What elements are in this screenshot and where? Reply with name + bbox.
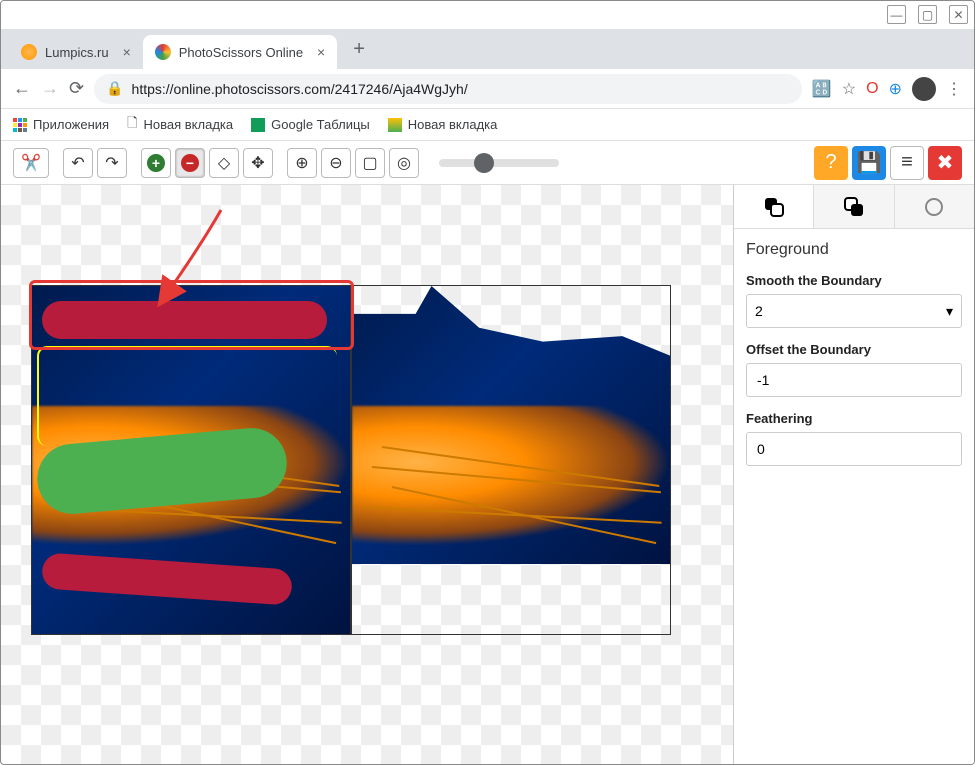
slider-thumb[interactable] bbox=[474, 153, 494, 173]
save-icon: 💾 bbox=[857, 150, 882, 175]
zoom-actual-button[interactable]: ◎ bbox=[389, 148, 419, 178]
bookmark-newtab-1[interactable]: 🗋 Новая вкладка bbox=[127, 114, 233, 136]
background-marker-button[interactable]: − bbox=[175, 148, 205, 178]
zoom-out-icon: ⊖ bbox=[329, 153, 342, 173]
bookmark-apps[interactable]: Приложения bbox=[13, 117, 109, 132]
page-icon: 🗋 bbox=[127, 114, 137, 136]
favicon-icon bbox=[21, 44, 37, 60]
opera-icon[interactable]: O bbox=[866, 80, 878, 98]
help-button[interactable]: ? bbox=[814, 146, 848, 180]
tab-title: PhotoScissors Online bbox=[179, 45, 303, 60]
sheets-icon bbox=[251, 118, 265, 132]
browser-tabstrip: Lumpics.ru × PhotoScissors Online × + bbox=[1, 29, 974, 69]
move-icon: ✥ bbox=[251, 153, 264, 173]
zoom-actual-icon: ◎ bbox=[397, 153, 411, 173]
bookmark-newtab-2[interactable]: Новая вкладка bbox=[388, 117, 498, 132]
app-close-button[interactable]: ✖ bbox=[928, 146, 962, 180]
back-button[interactable]: ← bbox=[13, 78, 31, 99]
zoom-in-button[interactable]: ⊕ bbox=[287, 148, 317, 178]
menu-icon: ≡ bbox=[901, 151, 913, 174]
sidebar-tab-settings[interactable] bbox=[895, 185, 974, 228]
offset-label: Offset the Boundary bbox=[746, 342, 962, 357]
move-button[interactable]: ✥ bbox=[243, 148, 273, 178]
browser-menu-button[interactable]: ⋮ bbox=[946, 79, 962, 99]
globe-icon[interactable]: ⊕ bbox=[889, 79, 902, 99]
plus-icon: + bbox=[147, 154, 165, 172]
offset-input[interactable] bbox=[746, 363, 962, 397]
apps-icon bbox=[13, 118, 27, 132]
reload-button[interactable]: ⟳ bbox=[69, 78, 84, 99]
star-icon[interactable]: ☆ bbox=[842, 79, 856, 99]
minimize-button[interactable]: — bbox=[887, 5, 906, 24]
bookmarks-bar: Приложения 🗋 Новая вкладка Google Таблиц… bbox=[1, 109, 974, 141]
zoom-out-button[interactable]: ⊖ bbox=[321, 148, 351, 178]
undo-button[interactable]: ↶ bbox=[63, 148, 93, 178]
canvas-area[interactable] bbox=[1, 185, 734, 764]
smooth-value: 2 bbox=[755, 303, 763, 319]
foreground-tab-icon bbox=[763, 196, 785, 218]
new-tab-button[interactable]: + bbox=[345, 38, 373, 61]
brush-size-slider[interactable] bbox=[439, 159, 559, 167]
profile-avatar[interactable] bbox=[912, 77, 936, 101]
sidebar-tab-background[interactable] bbox=[814, 185, 894, 228]
zoom-fit-icon: ▢ bbox=[362, 153, 377, 173]
page-icon bbox=[388, 118, 402, 132]
bookmark-label: Новая вкладка bbox=[408, 117, 498, 132]
bookmark-label: Приложения bbox=[33, 117, 109, 132]
bookmark-label: Новая вкладка bbox=[144, 117, 234, 132]
background-tab-icon bbox=[843, 196, 865, 218]
browser-tab-lumpics[interactable]: Lumpics.ru × bbox=[9, 35, 143, 69]
sidebar-tab-foreground[interactable] bbox=[734, 185, 814, 228]
circle-tab-icon bbox=[923, 196, 945, 218]
translate-icon[interactable]: 🔠 bbox=[812, 79, 832, 99]
feather-input[interactable] bbox=[746, 432, 962, 466]
lock-icon: 🔒 bbox=[106, 80, 123, 97]
tab-title: Lumpics.ru bbox=[45, 45, 109, 60]
sidebar-title: Foreground bbox=[746, 241, 962, 259]
foreground-marker-button[interactable]: + bbox=[141, 148, 171, 178]
url-input[interactable]: 🔒 https://online.photoscissors.com/24172… bbox=[94, 74, 802, 104]
url-text: https://online.photoscissors.com/2417246… bbox=[132, 81, 790, 97]
address-bar: ← → ⟳ 🔒 https://online.photoscissors.com… bbox=[1, 69, 974, 109]
tab-close-icon[interactable]: × bbox=[123, 44, 131, 60]
redo-button[interactable]: ↷ bbox=[97, 148, 127, 178]
wizard-icon: ✂️ bbox=[21, 153, 41, 173]
smooth-select[interactable]: 2 ▾ bbox=[746, 294, 962, 328]
smooth-label: Smooth the Boundary bbox=[746, 273, 962, 288]
bookmark-label: Google Таблицы bbox=[271, 117, 370, 132]
chevron-down-icon: ▾ bbox=[946, 303, 953, 320]
app-toolbar: ✂️ ↶ ↷ + − ◇ ✥ ⊕ ⊖ ▢ ◎ ? 💾 ≡ ✖ bbox=[1, 141, 974, 185]
window-titlebar: — ▢ ✕ bbox=[1, 1, 974, 29]
bookmark-google-sheets[interactable]: Google Таблицы bbox=[251, 117, 370, 132]
maximize-button[interactable]: ▢ bbox=[918, 5, 937, 24]
minus-icon: − bbox=[181, 154, 199, 172]
undo-icon: ↶ bbox=[71, 153, 84, 173]
annotation-arrow bbox=[151, 205, 241, 315]
browser-tab-photoscissors[interactable]: PhotoScissors Online × bbox=[143, 35, 337, 69]
close-window-button[interactable]: ✕ bbox=[949, 5, 968, 24]
tab-close-icon[interactable]: × bbox=[317, 44, 325, 60]
help-icon: ? bbox=[825, 151, 836, 174]
preview-panel[interactable] bbox=[351, 285, 671, 635]
sidebar: Foreground Smooth the Boundary 2 ▾ Offse… bbox=[734, 185, 974, 764]
zoom-fit-button[interactable]: ▢ bbox=[355, 148, 385, 178]
feather-label: Feathering bbox=[746, 411, 962, 426]
eraser-button[interactable]: ◇ bbox=[209, 148, 239, 178]
redo-icon: ↷ bbox=[105, 153, 118, 173]
app-menu-button[interactable]: ≡ bbox=[890, 146, 924, 180]
zoom-in-icon: ⊕ bbox=[295, 153, 308, 173]
sidebar-tabs bbox=[734, 185, 974, 229]
eraser-icon: ◇ bbox=[218, 153, 230, 173]
wizard-button[interactable]: ✂️ bbox=[13, 148, 49, 178]
forward-button[interactable]: → bbox=[41, 78, 59, 99]
save-button[interactable]: 💾 bbox=[852, 146, 886, 180]
favicon-icon bbox=[155, 44, 171, 60]
close-icon: ✖ bbox=[937, 150, 954, 175]
